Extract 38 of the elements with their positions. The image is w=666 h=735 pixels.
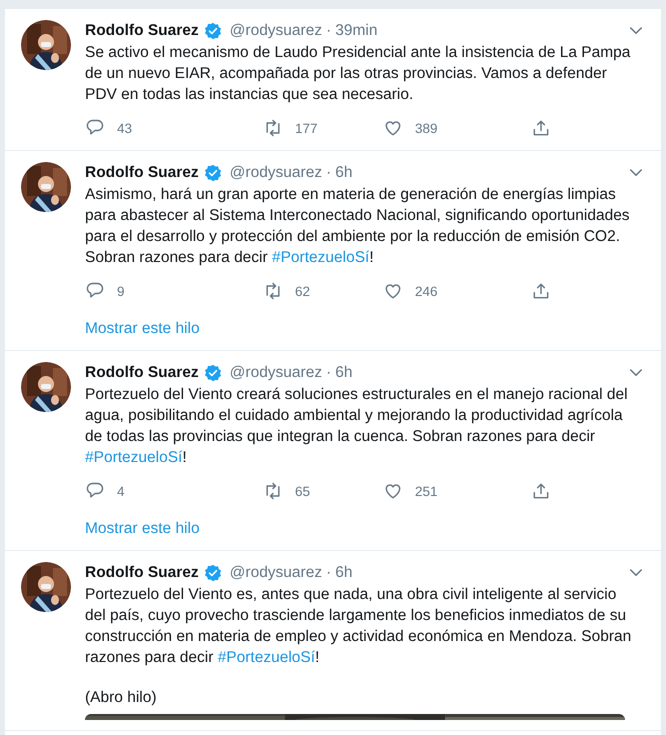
like-count: 251 [415,484,438,498]
reply-count: 43 [117,120,132,136]
reply-count: 9 [117,284,125,298]
separator: · [326,564,332,582]
separator: · [326,22,332,40]
user-handle[interactable]: @rodysuarez [230,164,322,182]
author-name[interactable]: Rodolfo Suarez [85,22,199,40]
share-icon[interactable] [531,118,551,138]
hashtag-link[interactable]: #PortezueloSí [85,449,182,466]
user-handle[interactable]: @rodysuarez [230,364,322,382]
author-name[interactable]: Rodolfo Suarez [85,364,199,382]
show-thread-link[interactable]: Mostrar este hilo [85,320,200,337]
retweet-count: 65 [295,484,310,498]
share-icon[interactable] [531,481,551,501]
tweet-text: Portezuelo del Viento creará soluciones estructurales en el manejo racional del agua, posibilitando el cuidado ambiental y mejorando la productividad agrícola de todas las provincias que integran la cuenca. Sobran razones para decir #PortezueloSí! [85,385,629,468]
separator: · [326,164,332,182]
tweet-text: Se activo el mecanismo de Laudo Presidencial ante la insistencia de La Pampa de un nuevo EIAR, acompañada por las otras provincias. Vamos a defender PDV en todas las instancias que sea necesario. [85,43,632,105]
separator: · [326,364,332,382]
show-thread-link[interactable]: Mostrar este hilo [85,520,200,537]
author-name[interactable]: Rodolfo Suarez [85,164,199,182]
hashtag-link[interactable]: #PortezueloSí [272,249,370,266]
user-handle[interactable]: @rodysuarez [230,564,322,582]
like-count: 389 [415,120,438,136]
like-count: 246 [415,284,438,298]
reply-count: 4 [117,484,125,498]
timestamp[interactable]: 6h [335,564,353,582]
tweet-text: Portezuelo del Viento es, antes que nada, una obra civil inteligente al servicio del país, cuyo provecho trasciende largamente los beneficios inmediatos de su construcción en materia de empleo y actividad económica en Mendoza. Sobran razones para decir #PortezueloSí! [85,585,632,668]
retweet-count: 177 [295,120,318,136]
share-icon[interactable] [531,281,551,301]
timestamp[interactable]: 6h [335,364,353,382]
retweet-count: 62 [295,284,310,298]
user-handle[interactable]: @rodysuarez [230,22,322,40]
hashtag-link[interactable]: #PortezueloSí [218,649,316,666]
timestamp[interactable]: 6h [335,164,353,182]
author-name[interactable]: Rodolfo Suarez [85,564,199,582]
tweet-text: (Abro hilo) [85,688,158,708]
timestamp[interactable]: 39min [335,22,378,40]
tweet-text: Asimismo, hará un gran aporte en materia de generación de energías limpias para abastecer al Sistema Interconectado Nacional, significando oportunidades para el desarrollo y protección del ambiente por la reducción de emisión CO2. Sobran razones para decir #PortezueloSí! [85,185,631,268]
